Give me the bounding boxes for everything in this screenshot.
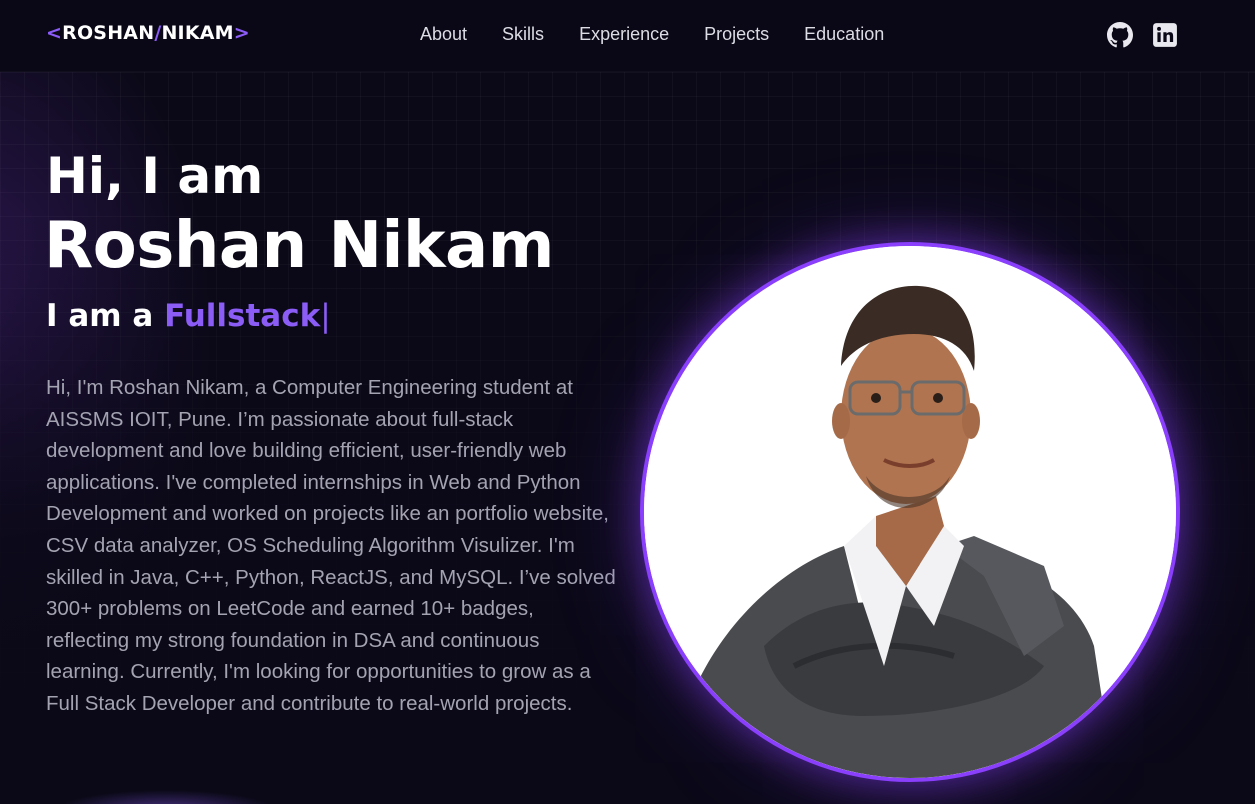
logo-close-bracket: > — [233, 22, 250, 44]
profile-photo — [640, 242, 1180, 782]
cta-button-glow[interactable] — [56, 790, 276, 804]
hero-bio: Hi, I'm Roshan Nikam, a Computer Enginee… — [46, 376, 616, 715]
nav-link-education[interactable]: Education — [804, 24, 884, 45]
hero-greeting: Hi, I am — [46, 147, 264, 205]
logo-open-bracket: < — [46, 22, 63, 44]
github-icon — [1107, 22, 1133, 48]
hero-name: Roshan Nikam — [44, 209, 554, 283]
nav-links: About Skills Experience Projects Educati… — [420, 24, 884, 45]
github-link[interactable] — [1107, 22, 1133, 48]
top-navbar: <ROSHAN/NIKAM> About Skills Experience P… — [0, 0, 1255, 72]
role-prefix: I am a — [46, 298, 165, 334]
nav-link-experience[interactable]: Experience — [579, 24, 669, 45]
logo-first-name: ROSHAN — [62, 22, 155, 44]
hero-role: I am a Fullstack| — [46, 296, 331, 336]
linkedin-link[interactable] — [1152, 22, 1178, 48]
logo-last-name: NIKAM — [161, 22, 234, 44]
nav-link-about[interactable]: About — [420, 24, 467, 45]
typing-cursor: | — [320, 298, 331, 334]
site-logo[interactable]: <ROSHAN/NIKAM> — [46, 22, 250, 44]
profile-photo-illustration — [644, 246, 1176, 778]
nav-link-projects[interactable]: Projects — [704, 24, 769, 45]
linkedin-icon — [1153, 23, 1177, 47]
hero-section: Hi, I am Roshan Nikam I am a Fullstack| … — [0, 72, 1255, 804]
nav-link-skills[interactable]: Skills — [502, 24, 544, 45]
role-typed-text: Fullstack — [164, 298, 321, 334]
